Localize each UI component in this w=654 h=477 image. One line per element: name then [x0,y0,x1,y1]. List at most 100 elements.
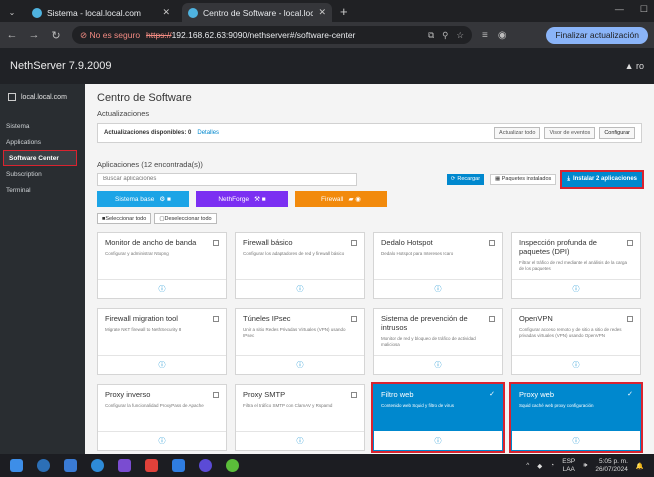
host-selector[interactable]: local.local.com [0,86,85,108]
app-checkbox[interactable] [627,316,633,322]
browser-tab-sistema[interactable]: Sistema - local.local.com ✕ [26,3,176,22]
zoom-icon[interactable]: ⚲ [442,30,448,41]
chevron-up-icon[interactable]: ^ [526,462,529,469]
windows-start-icon[interactable] [10,459,23,472]
app-checkbox[interactable] [351,392,357,398]
app-card[interactable]: Inspección profunda de paquetes (DPI) Fil… [511,232,641,299]
translate-icon[interactable]: ⧉ [428,30,434,41]
app-card[interactable]: Sistema de prevención de intrusos Monitor… [373,308,503,375]
app-checkbox[interactable] [213,240,219,246]
info-icon[interactable]: ⓘ [297,360,304,370]
app-card[interactable]: Monitor de ancho de banda Configurar y ad… [97,232,227,299]
reading-list-icon[interactable]: ≡ [482,30,488,41]
sidebar-item-software-center[interactable]: Software Center [3,150,77,166]
filter-firewall[interactable]: Firewall ▰ ◉ [295,191,387,207]
language-indicator[interactable]: ESP LAA [562,458,575,472]
not-secure-warning[interactable]: ⊘ No es seguro [80,30,140,41]
back-icon[interactable]: ← [6,29,18,41]
filter-nethforge[interactable]: NethForge ⚒ ■ [196,191,288,207]
install-label: Instalar 2 aplicaciones [572,176,637,182]
app-card[interactable]: Túneles IPsec Unir a sitio Redes Privadas… [235,308,365,375]
firewall-icon: ▰ ◉ [348,196,361,203]
app-checkbox[interactable] [213,316,219,322]
refresh-button[interactable]: ⟳ Recargar [446,173,485,185]
info-icon[interactable]: ⓘ [297,436,304,446]
forward-icon[interactable]: → [28,29,40,41]
app-card-body: Dedalo Hotspot Dedalo Hotspot para Intere… [374,233,502,280]
sidebar-item-subscription[interactable]: Subscription [0,166,85,182]
close-tab-icon[interactable]: ✕ [162,7,170,18]
info-icon[interactable]: ⓘ [573,360,580,370]
store-icon[interactable] [64,459,77,472]
info-icon[interactable]: ⓘ [159,436,166,446]
view-events-button[interactable]: Visor de eventos [544,127,596,139]
browser-icon[interactable] [199,459,212,472]
info-icon[interactable]: ⓘ [159,284,166,294]
app-card-body: Proxy inverso Configurar la funcionalidad… [98,385,226,432]
install-apps-button[interactable]: ⤓ Instalar 2 aplicaciones [560,169,644,189]
profile-icon[interactable]: ◉ [498,30,507,41]
app-description: Squid caché web proxy configuración [519,403,594,408]
maximize-icon[interactable]: ☐ [640,4,648,15]
app-card[interactable]: Firewall básico Configurar los adaptadore… [235,232,365,299]
app-card[interactable]: Firewall migration tool Migrate NKT firew… [97,308,227,375]
info-icon[interactable]: ⓘ [435,360,442,370]
filter-sistema-base[interactable]: Sistema base ⚙ ■ [97,191,189,207]
search-input[interactable] [97,172,357,186]
info-icon[interactable]: ⓘ [435,436,442,446]
app-checkbox[interactable] [489,240,495,246]
shield-icon[interactable] [118,459,131,472]
app-card[interactable]: Proxy web ✓ Squid caché web proxy configur… [509,382,643,453]
terminal-icon[interactable] [172,459,185,472]
wifi-icon[interactable]: ◔ [550,462,554,469]
app-checkbox[interactable] [213,392,219,398]
app-checkbox[interactable] [351,240,357,246]
volume-icon[interactable]: 🕪 [583,462,587,470]
sidebar-item-terminal[interactable]: Terminal [0,182,85,198]
new-tab-icon[interactable]: + [340,4,348,19]
info-icon[interactable]: ⓘ [435,284,442,294]
close-tab-icon[interactable]: ✕ [318,7,326,18]
app-card-header: Proxy web ✓ [519,390,633,399]
checkmark-icon[interactable]: ✓ [627,390,633,398]
app-card[interactable]: OpenVPN Configurar acceso remoto y de sit… [511,308,641,375]
tab-search-icon[interactable]: ⌄ [4,4,20,20]
info-icon[interactable]: ⓘ [159,360,166,370]
updates-heading: Actualizaciones [97,109,150,118]
info-icon[interactable]: ⓘ [573,436,580,446]
info-icon[interactable]: ⓘ [297,284,304,294]
app-card[interactable]: Filtro web ✓ Contenido web Squid y filtro … [371,382,505,453]
tray-app-icon[interactable]: ◆ [537,462,542,470]
app-icon[interactable] [91,459,104,472]
sidebar-item-sistema[interactable]: Sistema [0,118,85,134]
app-checkbox[interactable] [627,240,633,246]
mail-icon[interactable] [145,459,158,472]
minimize-icon[interactable]: — [615,4,624,15]
update-all-button[interactable]: Actualizar todo [494,127,541,139]
notifications-icon[interactable]: 🔔 [636,462,644,470]
app-card[interactable]: Proxy SMTP Filtra el tráfico SMTP con Cla… [235,384,365,451]
reload-icon[interactable]: ↻ [50,29,62,42]
configure-button[interactable]: Configurar [599,127,635,139]
bookmark-star-icon[interactable]: ☆ [456,30,464,41]
app-checkbox[interactable] [351,316,357,322]
finish-update-button[interactable]: Finalizar actualización [546,26,648,44]
edge-icon[interactable] [37,459,50,472]
deselect-all-button[interactable]: ▢ Deseleccionar todo [154,213,217,224]
sidebar-item-applications[interactable]: Applications [0,134,85,150]
details-link[interactable]: Detalles [197,130,219,136]
updates-bar: Actualizaciones disponibles: 0 Detalles … [97,123,642,143]
main-panel: Centro de Software Actualizaciones Actua… [85,84,654,454]
checkmark-icon[interactable]: ✓ [489,390,495,398]
user-menu[interactable]: ▲ ro [625,61,644,71]
browser-tab-software-center[interactable]: Centro de Software - local.local ✕ [182,3,332,22]
url-omnibox[interactable]: ⊘ No es seguro https://192.168.62.63:909… [72,26,472,44]
app-card[interactable]: Proxy inverso Configurar la funcionalidad… [97,384,227,451]
app-checkbox[interactable] [489,316,495,322]
app-card[interactable]: Dedalo Hotspot Dedalo Hotspot para Intere… [373,232,503,299]
select-all-button[interactable]: ■ Seleccionar todo [97,213,152,224]
info-icon[interactable]: ⓘ [573,284,580,294]
installed-packages-button[interactable]: ▦ Paquetes instalados [490,173,557,185]
chrome-icon[interactable] [226,459,239,472]
clock[interactable]: 5:05 p. m. 26/07/2024 [595,458,628,474]
